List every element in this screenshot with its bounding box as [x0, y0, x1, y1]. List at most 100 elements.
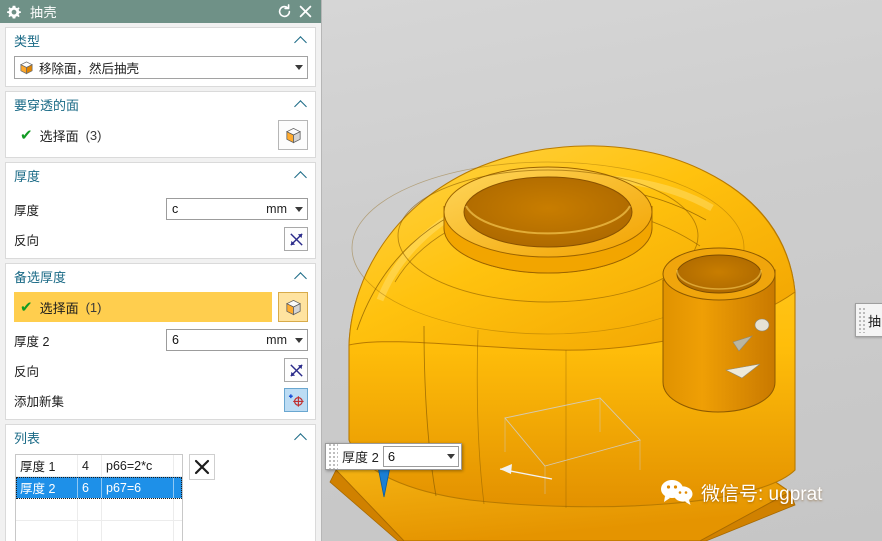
- list-cell-extra: [174, 499, 182, 520]
- chevron-down-icon[interactable]: [446, 454, 455, 459]
- list-cell-name: 厚度 2: [16, 477, 78, 498]
- thickness-reverse-row: 反向: [14, 227, 308, 251]
- alt-face-select-count: (1): [85, 299, 102, 315]
- list-cell-extra: [174, 521, 182, 541]
- chevron-up-icon[interactable]: [295, 98, 308, 111]
- list-cell-name: 厚度 1: [16, 455, 78, 476]
- table-row[interactable]: 厚度 1 4 p66=2*c: [16, 455, 182, 477]
- group-type-title: 类型: [14, 33, 41, 49]
- dialog-body: 类型 移除面，然后抽壳 要穿透的面 ✔ 选择面 (3) 厚度 厚度 c mm 反…: [0, 23, 321, 541]
- thickness-list[interactable]: 厚度 1 4 p66=2*c 厚度 2 6 p67=6: [15, 454, 183, 541]
- alt-face-select-field[interactable]: ✔ 选择面 (1): [14, 292, 272, 322]
- group-alt-thickness-title: 备选厚度: [14, 269, 67, 285]
- type-dropdown-value: 移除面，然后抽壳: [39, 62, 140, 76]
- docked-tab-label: 抽: [868, 313, 882, 329]
- gear-icon: [7, 5, 21, 18]
- docked-shell-tab[interactable]: 抽: [855, 303, 882, 337]
- group-list-body: 厚度 1 4 p66=2*c 厚度 2 6 p67=6: [6, 449, 315, 541]
- drag-grip-icon[interactable]: [858, 307, 866, 333]
- thickness-value: c: [172, 202, 179, 216]
- group-type-body: 移除面，然后抽壳: [6, 52, 315, 86]
- thickness2-row: 厚度 2 6 mm: [14, 328, 308, 352]
- group-pierce-faces-body: ✔ 选择面 (3): [6, 116, 315, 157]
- group-pierce-faces-title: 要穿透的面: [14, 97, 80, 113]
- group-alt-thickness-body: ✔ 选择面 (1) 厚度 2 6 mm 反向 添加新集: [6, 288, 315, 419]
- group-thickness-title: 厚度: [14, 168, 41, 184]
- list-cell-name: [16, 499, 78, 520]
- group-list: 列表 厚度 1 4 p66=2*c 厚度 2 6 p67=6: [5, 424, 316, 541]
- group-thickness-header[interactable]: 厚度: [6, 163, 315, 187]
- thickness-label: 厚度: [14, 203, 40, 218]
- thickness-row: 厚度 c mm: [14, 197, 308, 221]
- drag-grip-icon[interactable]: [327, 444, 338, 469]
- pierce-face-select-count: (3): [85, 127, 102, 143]
- chevron-down-icon[interactable]: [295, 65, 303, 70]
- group-pierce-faces-header[interactable]: 要穿透的面: [6, 92, 315, 116]
- alt-face-select-row: ✔ 选择面 (1): [14, 292, 308, 322]
- floating-thickness-input[interactable]: 厚度 2 6: [325, 443, 462, 470]
- alt-reverse-label: 反向: [14, 364, 40, 379]
- chevron-up-icon[interactable]: [295, 431, 308, 444]
- reverse-direction-icon[interactable]: [284, 358, 308, 382]
- dialog-title: 抽壳: [30, 5, 58, 20]
- thickness2-unit: mm: [266, 333, 287, 347]
- alt-face-select-label: 选择面: [39, 300, 79, 316]
- group-pierce-faces: 要穿透的面 ✔ 选择面 (3): [5, 91, 316, 158]
- type-dropdown[interactable]: 移除面，然后抽壳: [14, 56, 308, 79]
- close-icon[interactable]: [296, 2, 315, 21]
- thickness-unit: mm: [266, 202, 287, 216]
- floating-thickness-combo[interactable]: 6: [382, 446, 459, 467]
- list-cell-expression: [102, 499, 174, 520]
- group-type-header[interactable]: 类型: [6, 28, 315, 52]
- dialog-titlebar[interactable]: 抽壳: [0, 0, 321, 23]
- group-list-title: 列表: [14, 430, 41, 446]
- thickness2-input[interactable]: 6 mm: [166, 329, 308, 351]
- chevron-up-icon[interactable]: [295, 169, 308, 182]
- reverse-direction-icon[interactable]: [284, 227, 308, 251]
- chevron-up-icon[interactable]: [295, 270, 308, 283]
- pierce-face-select-label: 选择面: [39, 128, 79, 144]
- list-cell-expression: p66=2*c: [102, 455, 174, 476]
- face-select-cube-icon[interactable]: [278, 292, 308, 322]
- thickness2-label: 厚度 2: [14, 334, 50, 349]
- face-select-cube-icon[interactable]: [278, 120, 308, 150]
- alt-reverse-row: 反向: [14, 358, 308, 382]
- add-new-set-row: 添加新集: [14, 388, 308, 412]
- chevron-down-icon[interactable]: [295, 206, 303, 212]
- group-thickness: 厚度 厚度 c mm 反向: [5, 162, 316, 259]
- check-icon: ✔: [20, 298, 33, 316]
- list-cell-value: [78, 499, 102, 520]
- floating-thickness-label: 厚度 2: [342, 450, 379, 465]
- chevron-down-icon[interactable]: [295, 337, 303, 343]
- thickness2-value: 6: [172, 333, 179, 347]
- add-new-set-icon[interactable]: [284, 388, 308, 412]
- delete-x-icon[interactable]: [189, 454, 215, 480]
- reset-icon[interactable]: [275, 2, 294, 21]
- list-cell-extra: [174, 455, 182, 476]
- list-cell-extra: [174, 477, 182, 498]
- list-and-actions: 厚度 1 4 p66=2*c 厚度 2 6 p67=6: [15, 454, 307, 541]
- list-cell-expression: [102, 521, 174, 541]
- shell-dialog[interactable]: 抽壳 类型 移除面，然后抽壳 要穿透的面 ✔ 选择面 (3) 厚度 厚度 c m…: [0, 0, 322, 541]
- thickness-input[interactable]: c mm: [166, 198, 308, 220]
- thickness-reverse-label: 反向: [14, 233, 40, 248]
- add-new-set-label: 添加新集: [14, 394, 65, 409]
- floating-thickness-value: 6: [387, 449, 396, 464]
- group-alt-thickness: 备选厚度 ✔ 选择面 (1) 厚度 2 6 mm 反向 添加新集: [5, 263, 316, 420]
- list-cell-value: [78, 521, 102, 541]
- group-alt-thickness-header[interactable]: 备选厚度: [6, 264, 315, 288]
- list-cell-value: 4: [78, 455, 102, 476]
- group-type: 类型 移除面，然后抽壳: [5, 27, 316, 87]
- chevron-up-icon[interactable]: [295, 34, 308, 47]
- list-cell-value: 6: [78, 477, 102, 498]
- list-cell-expression: p67=6: [102, 477, 174, 498]
- pierce-face-select-row: ✔ 选择面 (3): [14, 120, 308, 150]
- pierce-face-select-field[interactable]: ✔ 选择面 (3): [14, 120, 272, 150]
- table-row[interactable]: [16, 499, 182, 521]
- check-icon: ✔: [20, 126, 33, 144]
- table-row[interactable]: [16, 521, 182, 541]
- group-list-header[interactable]: 列表: [6, 425, 315, 449]
- shell-cube-icon: [20, 61, 33, 75]
- table-row[interactable]: 厚度 2 6 p67=6: [16, 477, 182, 499]
- group-thickness-body: 厚度 c mm 反向: [6, 187, 315, 258]
